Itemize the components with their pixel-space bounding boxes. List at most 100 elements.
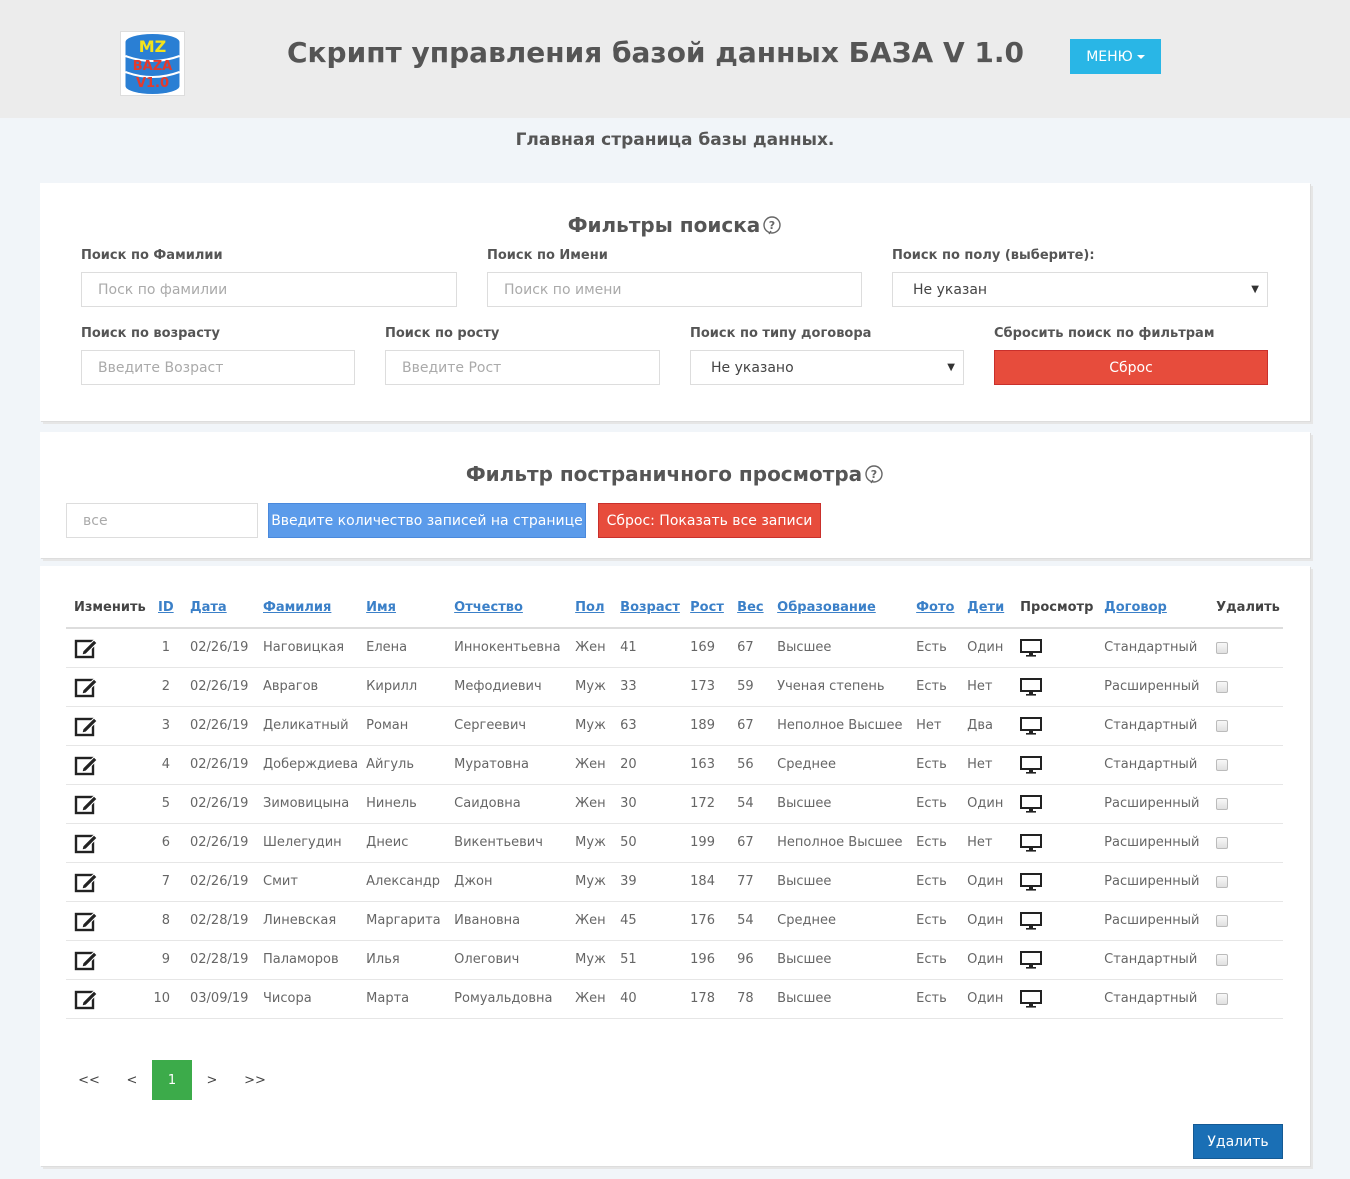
delete-checkbox[interactable]: [1216, 797, 1229, 810]
edit-icon[interactable]: [74, 949, 150, 971]
edit-cell[interactable]: [66, 628, 150, 668]
delete-checkbox[interactable]: [1216, 914, 1229, 927]
pagination-prev[interactable]: <: [112, 1060, 152, 1100]
delete-cell[interactable]: [1208, 784, 1283, 824]
monitor-icon[interactable]: [1020, 716, 1096, 735]
apply-records-per-page-button[interactable]: Введите количество записей на странице: [268, 503, 586, 538]
view-cell[interactable]: [1012, 979, 1097, 1019]
delete-checkbox[interactable]: [1216, 992, 1229, 1005]
view-cell[interactable]: [1012, 823, 1097, 863]
menu-button[interactable]: МЕНЮ: [1070, 39, 1161, 74]
records-per-page-input[interactable]: [66, 503, 258, 538]
view-cell[interactable]: [1012, 745, 1097, 785]
sort-link-photo[interactable]: Фото: [916, 600, 954, 615]
surname-search-input[interactable]: [81, 272, 457, 307]
view-cell[interactable]: [1012, 628, 1097, 668]
delete-checkbox[interactable]: [1216, 641, 1229, 654]
edit-cell[interactable]: [66, 667, 150, 707]
logo[interactable]: MZ BAZA V1.0: [120, 31, 185, 96]
monitor-icon[interactable]: [1020, 755, 1096, 774]
edit-icon[interactable]: [74, 676, 150, 698]
sort-link-id[interactable]: ID: [158, 600, 174, 615]
delete-cell[interactable]: [1208, 706, 1283, 746]
edit-icon[interactable]: [74, 793, 150, 815]
column-header-height[interactable]: Рост: [682, 588, 730, 629]
delete-checkbox[interactable]: [1216, 758, 1229, 771]
delete-cell[interactable]: [1208, 745, 1283, 785]
sort-link-gender[interactable]: Пол: [575, 600, 604, 615]
pagination-last[interactable]: >>: [232, 1060, 278, 1100]
edit-icon[interactable]: [74, 754, 150, 776]
name-search-input[interactable]: [487, 272, 862, 307]
edit-cell[interactable]: [66, 784, 150, 824]
view-cell[interactable]: [1012, 667, 1097, 707]
column-header-contract[interactable]: Договор: [1096, 588, 1209, 629]
column-header-gender[interactable]: Пол: [567, 588, 613, 629]
column-header-id[interactable]: ID: [150, 588, 182, 629]
view-cell[interactable]: [1012, 862, 1097, 902]
pagination-current-page[interactable]: 1: [152, 1060, 192, 1100]
delete-cell[interactable]: [1208, 862, 1283, 902]
delete-cell[interactable]: [1208, 628, 1283, 668]
sort-link-age[interactable]: Возраст: [620, 600, 680, 615]
edit-icon[interactable]: [74, 988, 150, 1010]
delete-checkbox[interactable]: [1216, 719, 1229, 732]
sort-link-height[interactable]: Рост: [690, 600, 724, 615]
column-header-weight[interactable]: Вес: [729, 588, 770, 629]
sort-link-education[interactable]: Образование: [777, 600, 876, 615]
delete-cell[interactable]: [1208, 979, 1283, 1019]
delete-cell[interactable]: [1208, 901, 1283, 941]
show-all-records-button[interactable]: Сброс: Показать все записи: [598, 503, 821, 538]
monitor-icon[interactable]: [1020, 911, 1096, 930]
delete-checkbox[interactable]: [1216, 875, 1229, 888]
contract-select[interactable]: Не указано ▼: [690, 350, 964, 385]
edit-cell[interactable]: [66, 979, 150, 1019]
gender-select[interactable]: Не указан ▼: [892, 272, 1268, 307]
delete-selected-button[interactable]: Удалить: [1193, 1124, 1283, 1159]
delete-cell[interactable]: [1208, 940, 1283, 980]
edit-icon[interactable]: [74, 637, 150, 659]
edit-icon[interactable]: [74, 871, 150, 893]
sort-link-name[interactable]: Имя: [366, 600, 396, 615]
monitor-icon[interactable]: [1020, 833, 1096, 852]
monitor-icon[interactable]: [1020, 989, 1096, 1008]
delete-cell[interactable]: [1208, 667, 1283, 707]
edit-cell[interactable]: [66, 706, 150, 746]
view-cell[interactable]: [1012, 706, 1097, 746]
column-header-surname[interactable]: Фамилия: [255, 588, 359, 629]
monitor-icon[interactable]: [1020, 638, 1096, 657]
column-header-photo[interactable]: Фото: [908, 588, 960, 629]
help-icon[interactable]: ?: [864, 465, 884, 485]
column-header-education[interactable]: Образование: [769, 588, 909, 629]
monitor-icon[interactable]: [1020, 794, 1096, 813]
sort-link-weight[interactable]: Вес: [737, 600, 763, 615]
sort-link-patronymic[interactable]: Отчество: [454, 600, 523, 615]
edit-cell[interactable]: [66, 862, 150, 902]
pagination-first[interactable]: <<: [66, 1060, 112, 1100]
help-icon[interactable]: ?: [762, 216, 782, 236]
monitor-icon[interactable]: [1020, 872, 1096, 891]
reset-filters-button[interactable]: Сброс: [994, 350, 1268, 385]
edit-cell[interactable]: [66, 940, 150, 980]
view-cell[interactable]: [1012, 940, 1097, 980]
delete-checkbox[interactable]: [1216, 953, 1229, 966]
column-header-patronymic[interactable]: Отчество: [446, 588, 568, 629]
edit-cell[interactable]: [66, 901, 150, 941]
age-search-input[interactable]: [81, 350, 355, 385]
column-header-date[interactable]: Дата: [182, 588, 255, 629]
column-header-name[interactable]: Имя: [358, 588, 447, 629]
sort-link-surname[interactable]: Фамилия: [263, 600, 331, 615]
edit-icon[interactable]: [74, 832, 150, 854]
pagination-next[interactable]: >: [192, 1060, 232, 1100]
view-cell[interactable]: [1012, 901, 1097, 941]
view-cell[interactable]: [1012, 784, 1097, 824]
edit-cell[interactable]: [66, 745, 150, 785]
sort-link-contract[interactable]: Договор: [1104, 600, 1167, 615]
edit-cell[interactable]: [66, 823, 150, 863]
delete-cell[interactable]: [1208, 823, 1283, 863]
delete-checkbox[interactable]: [1216, 836, 1229, 849]
monitor-icon[interactable]: [1020, 950, 1096, 969]
edit-icon[interactable]: [74, 715, 150, 737]
delete-checkbox[interactable]: [1216, 680, 1229, 693]
column-header-age[interactable]: Возраст: [612, 588, 683, 629]
